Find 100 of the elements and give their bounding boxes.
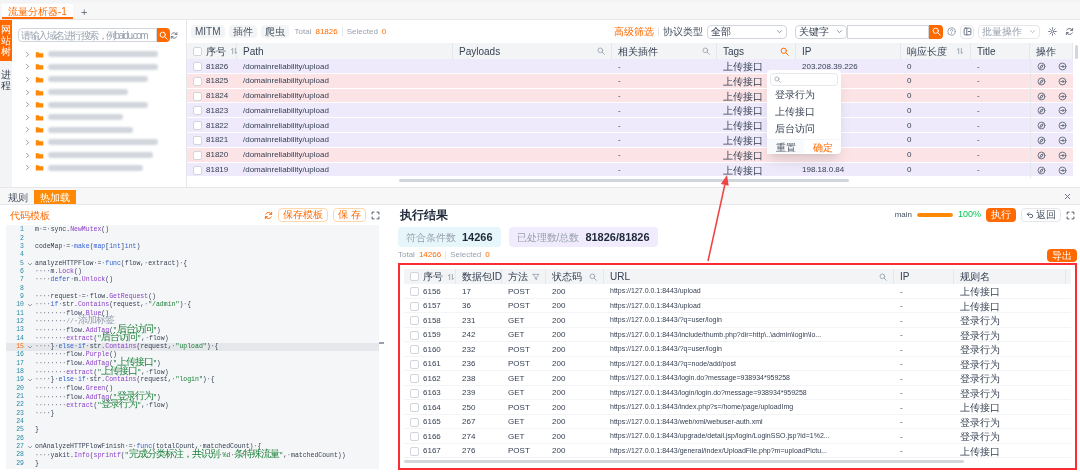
- fold-icon[interactable]: [26, 444, 33, 451]
- arrow-circle-icon[interactable]: [1058, 76, 1067, 86]
- refresh-icon[interactable]: [1065, 27, 1074, 36]
- settings-icon[interactable]: [1048, 27, 1057, 36]
- arrow-circle-icon[interactable]: [1058, 91, 1067, 101]
- search-icon[interactable]: [879, 272, 887, 281]
- sort-icon[interactable]: [956, 47, 964, 55]
- table-cell: 6163: [423, 387, 441, 399]
- arrow-circle-icon[interactable]: [1058, 62, 1067, 71]
- reset-button[interactable]: 重置: [767, 140, 804, 154]
- table-cell: -: [977, 164, 980, 177]
- chevron-right-icon[interactable]: [24, 101, 31, 109]
- checkbox[interactable]: [193, 62, 202, 71]
- chevron-right-icon[interactable]: [24, 88, 31, 96]
- arrow-circle-icon[interactable]: [1058, 150, 1067, 160]
- chevron-right-icon[interactable]: [24, 63, 31, 71]
- checkbox[interactable]: [410, 330, 419, 340]
- checkbox[interactable]: [410, 388, 419, 398]
- filter-option[interactable]: 登录行为: [767, 86, 841, 103]
- chevron-right-icon[interactable]: [24, 138, 31, 146]
- help-icon[interactable]: [947, 27, 956, 36]
- keyword-select[interactable]: 关键字: [795, 24, 847, 39]
- filter-option[interactable]: 上传接口: [767, 103, 841, 120]
- table-cell: POST: [508, 300, 530, 312]
- horizontal-scrollbar[interactable]: [399, 179, 849, 183]
- checkbox[interactable]: [410, 432, 419, 441]
- checkbox[interactable]: [410, 316, 419, 325]
- fullscreen-icon[interactable]: [1066, 210, 1075, 220]
- filter-button[interactable]: 插件: [228, 25, 257, 38]
- table-cell-text: 登录行为: [960, 386, 1000, 401]
- checkbox[interactable]: [193, 150, 202, 160]
- popup-search-field[interactable]: [770, 73, 838, 86]
- checkbox[interactable]: [193, 136, 202, 145]
- checkbox[interactable]: [410, 403, 419, 412]
- arrow-circle-icon[interactable]: [1058, 165, 1067, 175]
- checkbox[interactable]: [193, 91, 202, 101]
- fold-icon[interactable]: [26, 302, 33, 309]
- checkbox[interactable]: [193, 165, 202, 175]
- search-field[interactable]: 请输入域名进行搜索，例baidu.com: [18, 28, 158, 42]
- chevron-right-icon[interactable]: [24, 76, 31, 83]
- checkbox[interactable]: [410, 446, 419, 456]
- checkbox[interactable]: [410, 287, 419, 296]
- keyword-field[interactable]: [847, 24, 929, 39]
- checkbox[interactable]: [410, 417, 419, 427]
- layout-button[interactable]: [960, 24, 974, 39]
- arrow-circle-icon[interactable]: [1058, 121, 1067, 131]
- code-editor[interactable]: [6, 225, 384, 469]
- checkbox[interactable]: [193, 121, 202, 131]
- refresh-icon[interactable]: [169, 30, 178, 40]
- refresh-icon[interactable]: [264, 210, 274, 220]
- search-icon[interactable]: [702, 47, 710, 55]
- table-cell: -: [900, 300, 903, 312]
- fold-icon[interactable]: [26, 344, 33, 350]
- tab[interactable]: 规则: [2, 190, 34, 204]
- compass-icon[interactable]: [1037, 106, 1046, 116]
- protocol-select[interactable]: 全部: [707, 24, 787, 39]
- chevron-right-icon[interactable]: [24, 151, 31, 159]
- vertical-scrollbar[interactable]: [1075, 45, 1078, 59]
- compass-icon[interactable]: [1037, 76, 1046, 86]
- add-tab-button[interactable]: +: [72, 4, 96, 19]
- table-cell-text: 登录行为: [960, 343, 1000, 357]
- table-row[interactable]: 81826 /domainreliability/upload - 上传接口 203.208.39.226 0 -: [187, 59, 1073, 74]
- table-cell: GET: [508, 329, 525, 341]
- chevron-right-icon[interactable]: [24, 113, 31, 121]
- filter-button[interactable]: 爬虫: [260, 25, 289, 38]
- compass-icon[interactable]: [1037, 91, 1046, 101]
- checkbox[interactable]: [410, 374, 419, 383]
- compass-icon[interactable]: [1037, 121, 1046, 131]
- checkbox[interactable]: [193, 46, 202, 56]
- checkbox[interactable]: [193, 76, 202, 86]
- fold-icon[interactable]: [26, 260, 33, 267]
- compass-icon[interactable]: [1037, 165, 1046, 175]
- checkbox[interactable]: [410, 359, 419, 369]
- horizontal-scrollbar[interactable]: [404, 460, 964, 463]
- checkbox[interactable]: [193, 106, 202, 116]
- arrow-circle-icon[interactable]: [1058, 136, 1067, 145]
- fold-icon[interactable]: [26, 377, 33, 384]
- sort-icon[interactable]: [447, 272, 455, 281]
- checkbox[interactable]: [410, 301, 419, 311]
- chevron-right-icon[interactable]: [24, 126, 31, 134]
- close-icon[interactable]: [1063, 192, 1072, 201]
- search-icon[interactable]: [780, 46, 789, 56]
- chevron-right-icon[interactable]: [24, 164, 31, 172]
- compass-icon[interactable]: [1037, 150, 1046, 160]
- search-icon[interactable]: [597, 47, 605, 55]
- filter-button[interactable]: MITM: [191, 25, 225, 38]
- arrow-circle-icon[interactable]: [1058, 106, 1067, 116]
- back-button[interactable]: 返回: [1021, 208, 1061, 222]
- search-button[interactable]: [929, 24, 943, 39]
- table-cell: 250: [462, 401, 476, 414]
- compass-icon[interactable]: [1037, 62, 1046, 71]
- chevron-right-icon[interactable]: [24, 50, 31, 58]
- fullscreen-icon[interactable]: [371, 210, 380, 220]
- sort-icon[interactable]: [230, 47, 238, 55]
- search-icon[interactable]: [589, 272, 597, 281]
- checkbox[interactable]: [410, 272, 419, 281]
- checkbox[interactable]: [410, 345, 419, 354]
- filter-icon[interactable]: [532, 272, 540, 281]
- search-button[interactable]: [157, 28, 170, 42]
- compass-icon[interactable]: [1037, 136, 1046, 145]
